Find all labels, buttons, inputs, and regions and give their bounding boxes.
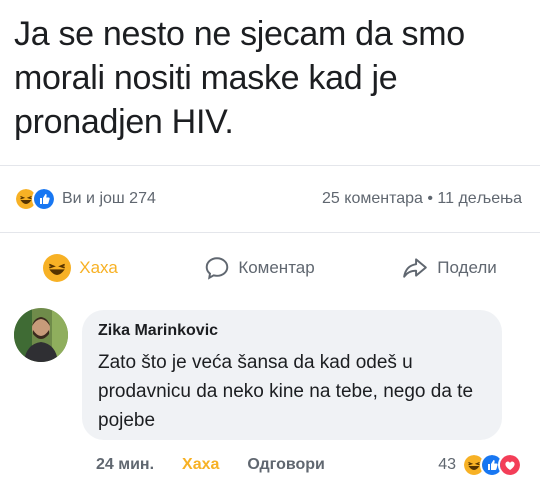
haha-icon [43,254,72,282]
love-icon [498,453,522,477]
avatar[interactable] [14,308,68,362]
share-icon [403,258,428,278]
reactions-summary[interactable]: Ви и још 274 [14,187,156,211]
comment-icon [206,257,229,280]
reactions-count-text: Ви и још 274 [62,190,156,207]
like-icon [32,187,56,211]
post-actions: Хаха Коментар Подели [0,248,540,288]
haha-label: Хаха [79,258,118,277]
comment-text: Zato što je veća šansa da kad odeš u pro… [98,352,474,431]
comment-time[interactable]: 24 мин. [96,456,154,474]
divider [0,232,540,233]
reply-button[interactable]: Одговори [247,456,324,474]
comment-meta: 24 мин. Хаха Одговори 43 [96,452,522,478]
share-button[interactable]: Подели [401,255,497,281]
reaction-icons [14,187,56,211]
comment-reactions[interactable]: 43 [438,453,522,477]
comment-reaction-icons [462,453,522,477]
comment-label: Коментар [238,258,315,277]
post-stats: Ви и још 274 25 коментара • 11 дељења [14,186,522,212]
haha-button[interactable]: Хаха [43,254,118,282]
comment-button[interactable]: Коментар [204,255,315,281]
share-label: Подели [437,258,497,277]
post-text: Ja se nesto ne sjecam da smo morali nosi… [14,15,465,141]
comment-haha-button[interactable]: Хаха [182,456,219,474]
comments-shares[interactable]: 25 коментара • 11 дељења [322,190,522,208]
divider [0,165,540,166]
comment-bubble: Zika Marinkovic Zato što je veća šansa d… [82,310,502,440]
comment-author[interactable]: Zika Marinkovic [98,322,218,340]
comment-reaction-count: 43 [438,456,456,473]
